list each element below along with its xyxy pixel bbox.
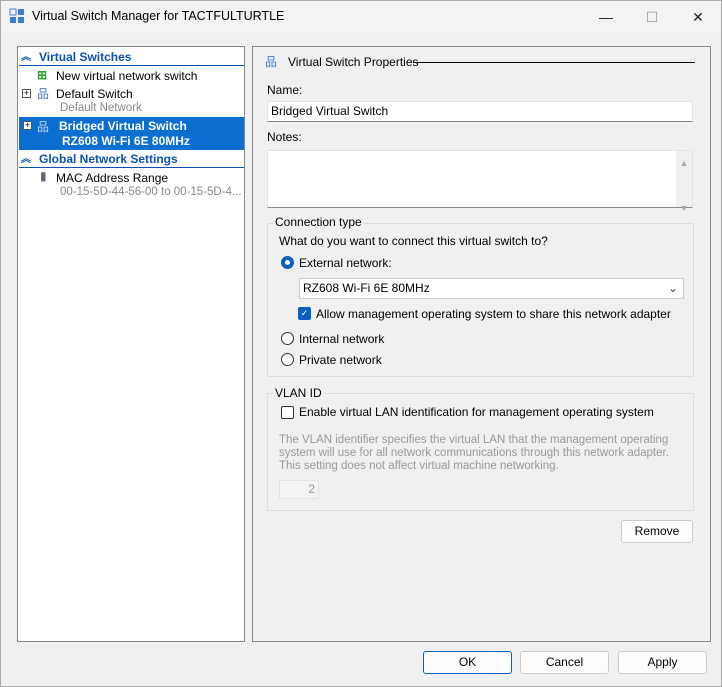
scroll-down-icon[interactable]: ▼ <box>676 199 692 218</box>
minimize-button[interactable]: — <box>583 1 629 33</box>
switch-manager-icon <box>9 8 24 23</box>
tree-item-default-switch[interactable]: Default Switch <box>56 87 133 101</box>
chevron-down-icon: ⌄ <box>667 281 678 295</box>
virtual-switch-manager-window: Virtual Switch Manager for TACTFULTURTLE… <box>0 0 722 687</box>
private-network-label[interactable]: Private network <box>299 353 382 367</box>
vlan-description: The VLAN identifier specifies the virtua… <box>279 434 669 472</box>
switch-tree[interactable]: ︽ Virtual Switches ⊞ New virtual network … <box>17 46 245 642</box>
maximize-button[interactable]: ☐ <box>629 1 675 33</box>
internal-network-label[interactable]: Internal network <box>299 332 384 346</box>
notes-label: Notes: <box>267 130 302 144</box>
expand-icon[interactable]: + <box>23 121 32 130</box>
external-network-radio[interactable] <box>281 256 294 269</box>
close-button[interactable]: ✕ <box>675 1 721 33</box>
connection-question: What do you want to connect this virtual… <box>279 234 548 248</box>
apply-button[interactable]: Apply <box>618 651 707 674</box>
default-switch-subtitle: Default Network <box>60 102 142 114</box>
collapse-icon: ︽ <box>21 154 31 165</box>
new-switch-icon: ⊞ <box>37 68 48 82</box>
tree-item-mac-range[interactable]: MAC Address Range <box>56 171 168 185</box>
properties-panel: 品 Virtual Switch Properties Name: Bridge… <box>252 46 711 642</box>
tree-item-bridged-switch[interactable]: + 品 Bridged Virtual Switch RZ608 Wi-Fi 6… <box>19 117 244 150</box>
name-label: Name: <box>267 83 303 97</box>
network-switch-icon: 品 <box>265 55 278 69</box>
section-label: Global Network Settings <box>39 152 178 166</box>
collapse-icon: ︽ <box>21 52 31 63</box>
tree-item-new-switch[interactable]: New virtual network switch <box>56 69 197 83</box>
allow-management-checkbox[interactable]: ✓ <box>298 307 311 320</box>
notes-input[interactable]: ▲ ▼ <box>267 150 693 213</box>
bridged-switch-label: Bridged Virtual Switch <box>59 119 187 133</box>
private-network-radio[interactable] <box>281 353 294 366</box>
name-input[interactable]: Bridged Virtual Switch <box>267 101 693 122</box>
section-label: Virtual Switches <box>39 50 132 64</box>
cancel-button[interactable]: Cancel <box>520 651 609 674</box>
vlan-legend: VLAN ID <box>273 386 324 400</box>
window-title: Virtual Switch Manager for TACTFULTURTLE <box>32 9 285 23</box>
expand-icon[interactable]: + <box>22 89 31 98</box>
vlan-enable-checkbox[interactable] <box>281 406 294 419</box>
external-network-label[interactable]: External network: <box>299 256 392 270</box>
remove-button[interactable]: Remove <box>621 520 693 543</box>
adapter-select-value: RZ608 Wi-Fi 6E 80MHz <box>303 281 430 295</box>
allow-management-label[interactable]: Allow management operating system to sha… <box>316 307 671 321</box>
ok-button[interactable]: OK <box>423 651 512 674</box>
mac-range-subtitle: 00-15-5D-44-56-00 to 00-15-5D-4... <box>60 186 242 198</box>
network-switch-icon: 品 <box>37 87 50 101</box>
scroll-up-icon[interactable]: ▲ <box>676 154 692 173</box>
section-global-network-settings[interactable]: ︽ Global Network Settings <box>19 151 244 168</box>
section-virtual-switches[interactable]: ︽ Virtual Switches <box>19 49 244 66</box>
properties-header: Virtual Switch Properties <box>288 55 419 69</box>
header-divider <box>413 62 695 63</box>
vlan-id-input[interactable]: 2 <box>279 480 319 499</box>
bridged-switch-subtitle: RZ608 Wi-Fi 6E 80MHz <box>62 134 190 148</box>
internal-network-radio[interactable] <box>281 332 294 345</box>
connection-type-legend: Connection type <box>273 215 364 229</box>
adapter-select[interactable]: RZ608 Wi-Fi 6E 80MHz ⌄ <box>299 278 684 299</box>
mac-address-icon: ▮ <box>40 169 47 183</box>
vlan-enable-label[interactable]: Enable virtual LAN identification for ma… <box>299 405 654 419</box>
network-switch-icon: 品 <box>37 120 50 134</box>
notes-scrollbar[interactable]: ▲ ▼ <box>676 151 692 213</box>
title-bar: Virtual Switch Manager for TACTFULTURTLE… <box>1 1 721 33</box>
